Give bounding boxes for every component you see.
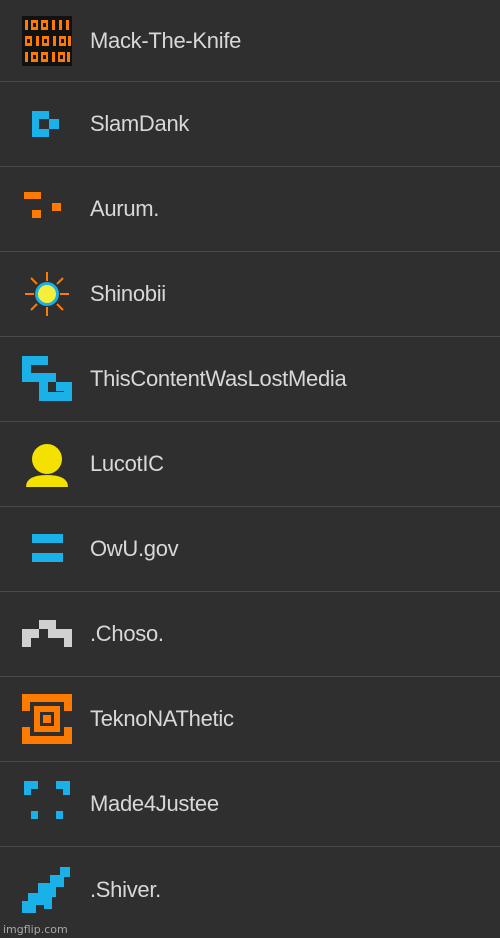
username: .Choso. (90, 621, 164, 646)
user-list: Mack-The-Knife SlamDank Aurum. Shinobii … (0, 0, 500, 932)
username: OwU.gov (90, 536, 179, 561)
user-silhouette-icon (22, 439, 72, 489)
watermark: imgflip.com (3, 923, 68, 936)
sun-icon (22, 269, 72, 319)
orange-dash-icon (22, 184, 72, 234)
username: SlamDank (90, 111, 190, 136)
binary-digits-icon (22, 15, 72, 66)
list-item[interactable]: .Choso. (0, 592, 500, 677)
list-item[interactable]: Made4Justee (0, 762, 500, 847)
list-item[interactable]: ThisContentWasLostMedia (0, 337, 500, 422)
list-item[interactable]: Mack-The-Knife (0, 0, 500, 82)
list-item[interactable]: OwU.gov (0, 507, 500, 592)
orange-target-icon (22, 694, 72, 744)
username: Made4Justee (90, 791, 219, 816)
cyan-block-icon (22, 99, 72, 149)
equals-bars-icon (22, 524, 72, 574)
username: Shinobii (90, 281, 166, 306)
username: .Shiver. (90, 876, 161, 902)
cyan-brackets-icon (22, 779, 72, 829)
list-item[interactable]: Shinobii (0, 252, 500, 337)
username: Aurum. (90, 196, 160, 221)
username: Mack-The-Knife (90, 27, 242, 53)
username: TeknoNAThetic (90, 706, 234, 731)
list-item[interactable]: TeknoNAThetic (0, 677, 500, 762)
list-item[interactable]: Aurum. (0, 167, 500, 252)
list-item[interactable]: LucotIC (0, 422, 500, 507)
gray-steps-icon (22, 609, 72, 659)
username: ThisContentWasLostMedia (90, 366, 347, 391)
cyan-s-shape-icon (22, 354, 72, 404)
username: LucotIC (90, 451, 164, 476)
list-item[interactable]: SlamDank (0, 82, 500, 167)
list-item[interactable]: .Shiver. (0, 847, 500, 932)
cyan-diagonal-icon (22, 865, 72, 915)
